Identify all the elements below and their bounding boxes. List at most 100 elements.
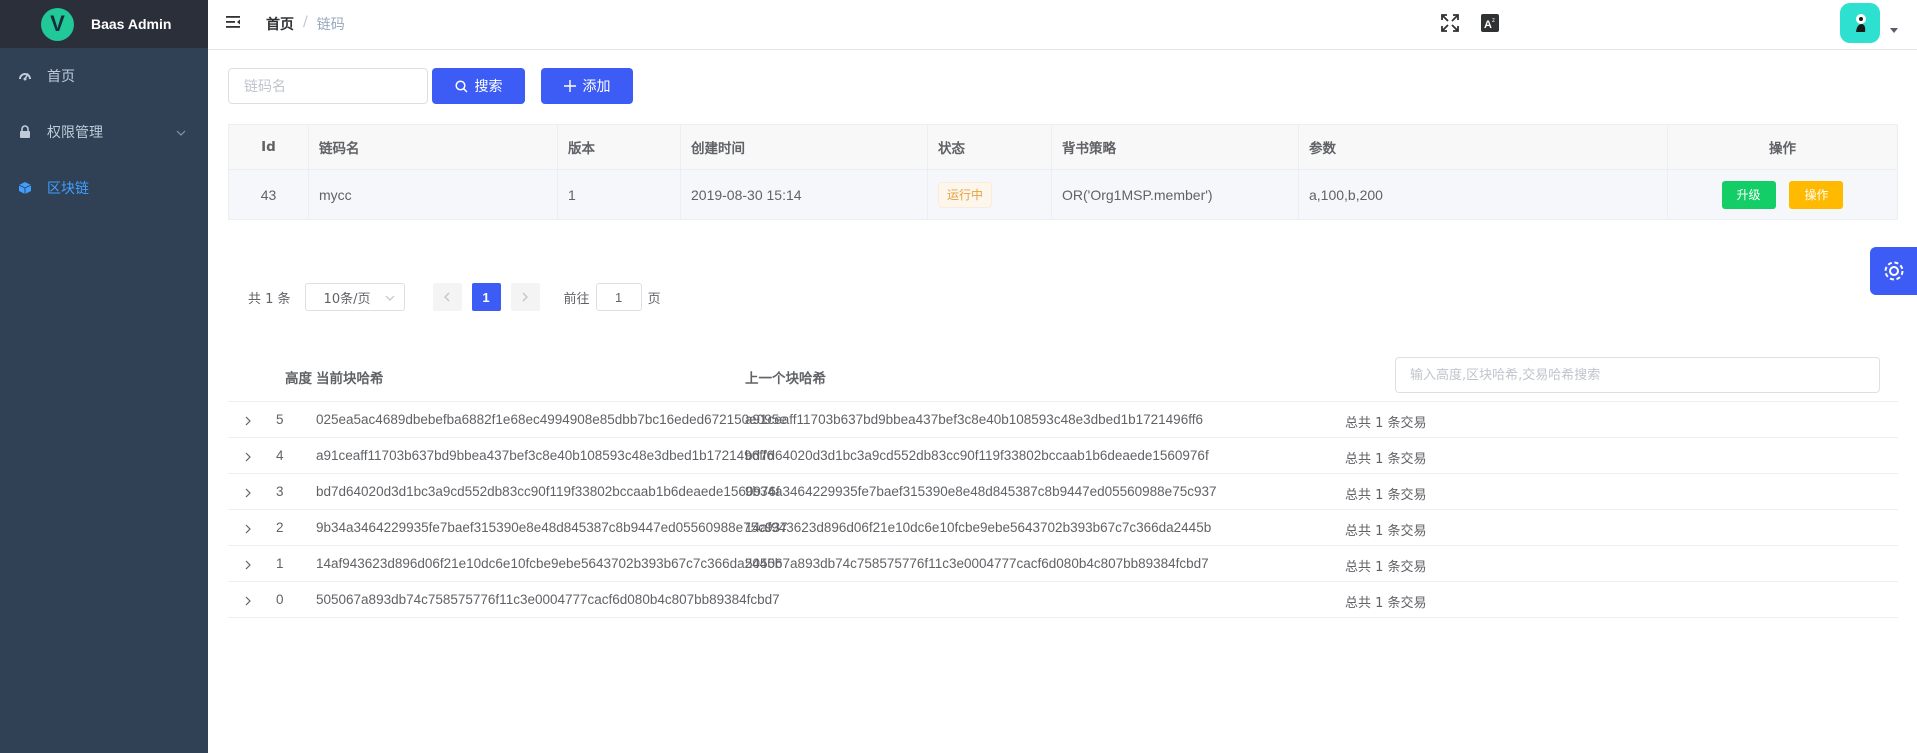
block-prev-hash: 9b34a3464229935fe7baef315390e8e48d845387…: [745, 484, 1217, 499]
page-size-select[interactable]: 10条/页: [304, 283, 405, 311]
sidebar-item-blockchain[interactable]: 区块链: [0, 160, 208, 216]
chevron-right-icon[interactable]: [244, 414, 252, 429]
col-current-hash: 当前块哈希: [316, 371, 384, 387]
block-tx-count: 总共 1 条交易: [1345, 524, 1427, 539]
prev-page-button[interactable]: [432, 283, 462, 311]
cell-name: mycc: [308, 169, 558, 220]
cell-version: 1: [557, 169, 681, 220]
pagination: 共 1 条 10条/页 1 前往 页: [248, 283, 661, 311]
goto-label: 前往: [563, 291, 590, 307]
col-id: Id: [228, 124, 309, 170]
block-height: 3: [276, 484, 284, 499]
dashboard-icon: [18, 69, 32, 83]
logo-bar[interactable]: V Baas Admin: [0, 0, 208, 48]
chevron-down-icon: [176, 126, 186, 142]
block-hash: 9b34a3464229935fe7baef315390e8e48d845387…: [316, 520, 788, 535]
font-size-icon[interactable]: Az: [1480, 13, 1500, 33]
block-list-header: 高度 当前块哈希 上一个块哈希: [228, 352, 1898, 402]
col-args: 参数: [1298, 124, 1668, 170]
chaincode-name-input[interactable]: [228, 68, 428, 104]
cell-policy: OR('Org1MSP.member'): [1051, 169, 1299, 220]
add-button[interactable]: 添加: [541, 68, 633, 104]
chevron-down-icon: [385, 292, 395, 307]
sidebar-item-permissions[interactable]: 权限管理: [0, 104, 208, 160]
app-title: Baas Admin: [91, 16, 172, 32]
breadcrumb: 首页 / 链码: [266, 14, 345, 34]
block-hash: a91ceaff11703b637bd9bbea437bef3c8e40b108…: [316, 448, 774, 463]
block-hash: 025ea5ac4689dbebefba6882f1e68ec4994908e8…: [316, 412, 787, 427]
goto-page-input[interactable]: [595, 283, 642, 311]
col-height: 高度: [285, 371, 312, 387]
breadcrumb-home[interactable]: 首页: [266, 14, 294, 34]
logo-icon: V: [41, 7, 74, 41]
block-height: 0: [276, 592, 284, 607]
chevron-right-icon: [522, 292, 528, 302]
sidebar-item-home[interactable]: 首页: [0, 48, 208, 104]
table-row[interactable]: 0 505067a893db74c758575776f11c3e0004777ca…: [228, 582, 1898, 618]
settings-icon: [1884, 261, 1903, 281]
block-search-input[interactable]: [1395, 357, 1880, 393]
chevron-right-icon[interactable]: [244, 558, 252, 573]
table-row: 43 mycc 1 2019-08-30 15:14 运行中 OR('Org1M…: [228, 169, 1898, 220]
breadcrumb-current: 链码: [316, 17, 345, 33]
block-hash: 505067a893db74c758575776f11c3e0004777cac…: [316, 592, 780, 607]
svg-text:A: A: [1484, 19, 1492, 31]
chevron-right-icon[interactable]: [244, 594, 252, 609]
status-badge: 运行中: [938, 181, 993, 208]
block-height: 2: [276, 520, 284, 535]
table-header-row: Id 链码名 版本 创建时间 状态 背书策略 参数 操作: [228, 124, 1898, 170]
block-tx-count: 总共 1 条交易: [1345, 560, 1427, 575]
filter-bar: 搜索 添加: [228, 68, 633, 104]
col-policy: 背书策略: [1051, 124, 1299, 170]
sidebar-item-label: 区块链: [47, 181, 89, 197]
cell-actions: 升级 操作: [1667, 169, 1898, 220]
chevron-left-icon: [444, 292, 450, 302]
block-tx-count: 总共 1 条交易: [1345, 488, 1427, 503]
upgrade-button[interactable]: 升级: [1721, 180, 1776, 209]
chevron-right-icon[interactable]: [244, 522, 252, 537]
col-created: 创建时间: [680, 124, 928, 170]
settings-float-button[interactable]: [1870, 247, 1917, 295]
block-tx-count: 总共 1 条交易: [1345, 596, 1427, 611]
operate-button[interactable]: 操作: [1789, 180, 1844, 209]
cell-created: 2019-08-30 15:14: [680, 169, 928, 220]
svg-text:z: z: [1492, 18, 1495, 24]
hamburger-icon[interactable]: [225, 14, 241, 34]
block-list: 高度 当前块哈希 上一个块哈希 5 025ea5ac4689dbebefba688…: [228, 352, 1898, 618]
navbar: 首页 / 链码 Az: [208, 0, 1917, 50]
pagination-total: 共 1 条: [248, 291, 291, 307]
block-tx-count: 总共 1 条交易: [1345, 452, 1427, 467]
page-number-current[interactable]: 1: [471, 283, 501, 311]
goto-suffix: 页: [647, 291, 661, 307]
col-name: 链码名: [308, 124, 558, 170]
sidebar: V Baas Admin 首页 权限管理 区块链: [0, 0, 208, 753]
table-row[interactable]: 3 bd7d64020d3d1bc3a9cd552db83cc90f119f338…: [228, 474, 1898, 510]
chevron-right-icon[interactable]: [244, 486, 252, 501]
chevron-right-icon[interactable]: [244, 450, 252, 465]
cube-icon: [18, 181, 32, 195]
fullscreen-icon[interactable]: [1440, 13, 1460, 33]
block-rows: 5 025ea5ac4689dbebefba6882f1e68ec4994908e…: [228, 402, 1898, 618]
cell-args: a,100,b,200: [1298, 169, 1668, 220]
avatar[interactable]: [1840, 3, 1880, 43]
col-prev-hash: 上一个块哈希: [745, 371, 826, 387]
table-row[interactable]: 1 14af943623d896d06f21e10dc6e10fcbe9ebe56…: [228, 546, 1898, 582]
block-hash: bd7d64020d3d1bc3a9cd552db83cc90f119f3380…: [316, 484, 780, 499]
table-row[interactable]: 2 9b34a3464229935fe7baef315390e8e48d84538…: [228, 510, 1898, 546]
sidebar-item-label: 首页: [47, 69, 75, 85]
chaincode-table: Id 链码名 版本 创建时间 状态 背书策略 参数 操作 43 mycc 1 2…: [228, 124, 1898, 220]
cell-status: 运行中: [927, 169, 1052, 220]
block-prev-hash: 14af943623d896d06f21e10dc6e10fcbe9ebe564…: [745, 520, 1212, 535]
sidebar-item-label: 权限管理: [47, 125, 103, 141]
search-icon: [454, 79, 468, 93]
table-row[interactable]: 5 025ea5ac4689dbebefba6882f1e68ec4994908e…: [228, 402, 1898, 438]
block-tx-count: 总共 1 条交易: [1345, 416, 1427, 431]
search-button[interactable]: 搜索: [432, 68, 525, 104]
lock-icon: [18, 125, 32, 139]
col-actions: 操作: [1667, 124, 1898, 170]
page-size-value: 10条/页: [323, 291, 371, 307]
next-page-button[interactable]: [510, 283, 540, 311]
block-prev-hash: 505067a893db74c758575776f11c3e0004777cac…: [745, 556, 1209, 571]
caret-down-icon[interactable]: [1890, 28, 1898, 33]
table-row[interactable]: 4 a91ceaff11703b637bd9bbea437bef3c8e40b10…: [228, 438, 1898, 474]
